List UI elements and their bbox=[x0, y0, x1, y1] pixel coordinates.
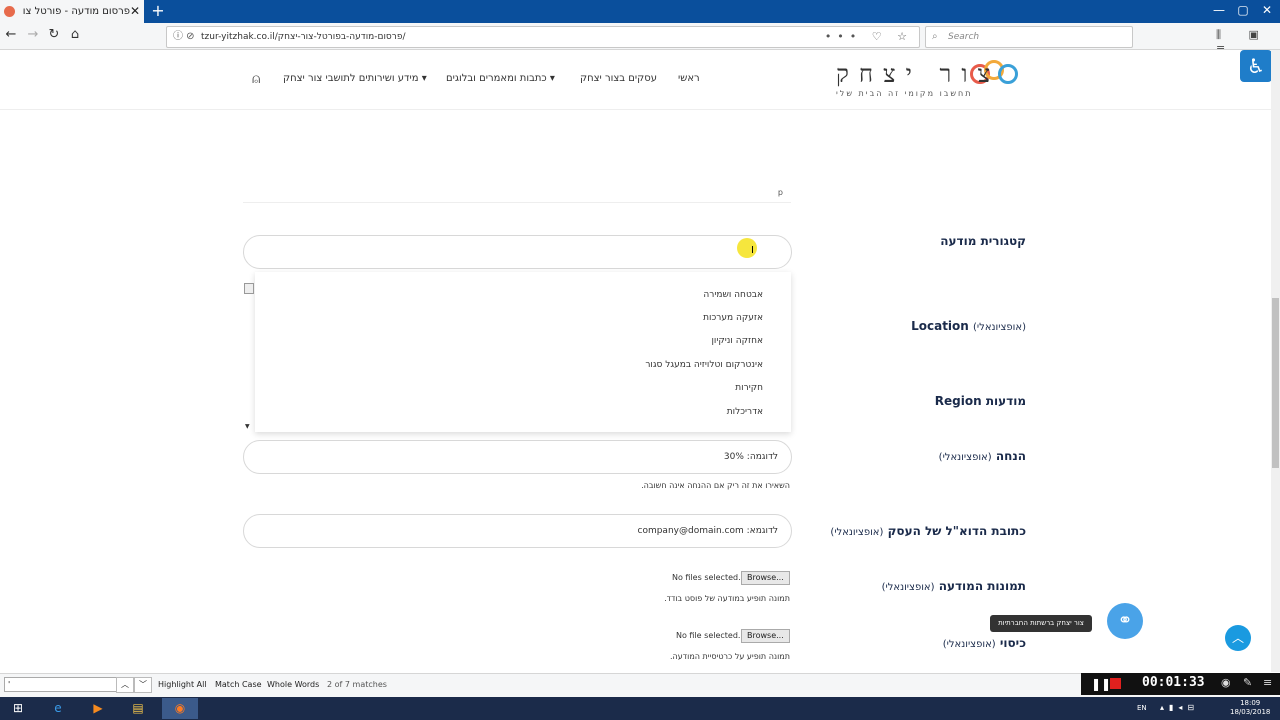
images-label: תמונות המודעה (אופציונאלי) bbox=[881, 579, 1026, 593]
images-hint: תמונה תופיע במודעה של פוסט בודד. bbox=[664, 594, 790, 603]
email-input[interactable]: לדוגמא: company@domain.com bbox=[243, 514, 792, 548]
dropdown-option[interactable]: אחזקה וניקיון bbox=[711, 336, 763, 346]
camera-icon[interactable]: ◉ bbox=[1221, 676, 1231, 689]
scrollbar-thumb[interactable] bbox=[1272, 298, 1279, 468]
category-label: קטגורית מודעה bbox=[940, 234, 1026, 248]
menu-icon[interactable]: ≡ bbox=[1263, 676, 1272, 689]
dropdown-scrollbar[interactable]: ▼ bbox=[244, 278, 254, 430]
find-input[interactable]: ' bbox=[4, 677, 119, 692]
site-favicon-icon bbox=[4, 6, 15, 17]
cover-file-status: No file selected. bbox=[676, 631, 741, 640]
back-to-top-button[interactable]: ︿ bbox=[1225, 625, 1251, 651]
firefox-icon[interactable]: ◉ bbox=[162, 698, 198, 719]
find-previous-icon[interactable]: ︿ bbox=[116, 677, 134, 693]
editor-path-status: p bbox=[777, 188, 783, 197]
text-cursor-icon: I bbox=[751, 245, 754, 256]
reload-icon[interactable]: ↻ bbox=[45, 26, 63, 44]
cover-label: כיסוי (אופציונאלי) bbox=[942, 636, 1026, 650]
pause-icon[interactable]: ❚❚ bbox=[1091, 677, 1111, 691]
tray-icons[interactable]: ▴▮◂⊟ bbox=[1160, 703, 1199, 712]
site-tagline: תחשבו מקומי זה הבית שלי bbox=[836, 89, 973, 98]
discount-input[interactable]: לדוגמה: 30% bbox=[243, 440, 792, 474]
discount-label: הנחה (אופציונאלי) bbox=[938, 449, 1026, 463]
dropdown-option[interactable]: חקירות bbox=[735, 383, 763, 393]
highlight-all-option[interactable]: Highlight All bbox=[158, 673, 207, 696]
page-actions-icon[interactable]: ••• ♡ ☆ bbox=[825, 27, 913, 47]
email-placeholder: לדוגמא: company@domain.com bbox=[637, 526, 779, 536]
start-button-icon[interactable]: ⊞ bbox=[0, 698, 36, 719]
site-info-icon[interactable]: ⓘ ⊘ bbox=[173, 27, 195, 47]
search-icon: ⌕ bbox=[932, 31, 938, 42]
chevron-down-icon: ▾ bbox=[418, 73, 427, 84]
page-scrollbar[interactable] bbox=[1271, 50, 1280, 672]
cover-browse-button[interactable]: Browse... bbox=[741, 629, 790, 643]
browser-search-box[interactable]: ⌕ Search bbox=[925, 26, 1133, 48]
email-label: כתובת הדוא"ל של העסק (אופציונאלי) bbox=[830, 524, 1026, 538]
dropdown-option[interactable]: אדריכלות bbox=[727, 407, 763, 417]
nav-businesses[interactable]: עסקים בצור יצחק bbox=[580, 73, 657, 84]
recording-timer: 00:01:33 bbox=[1142, 675, 1205, 690]
nav-articles[interactable]: ▾ כתבות ומאמרים ובלוגים bbox=[446, 73, 555, 84]
dropdown-option[interactable]: אזעקה מערכות bbox=[703, 313, 763, 323]
forward-arrow-icon[interactable]: → bbox=[24, 26, 42, 44]
user-account-icon[interactable]: ⍝ bbox=[252, 71, 260, 87]
match-case-option[interactable]: Match Case bbox=[215, 673, 262, 696]
media-player-icon[interactable]: ▶ bbox=[80, 698, 116, 719]
new-tab-button[interactable]: + bbox=[150, 0, 166, 22]
description-textarea[interactable]: p bbox=[243, 110, 791, 203]
minimize-icon[interactable]: — bbox=[1207, 0, 1231, 20]
discount-hint: השאירו את זה ריק אם ההנחה אינה חשובה. bbox=[641, 481, 790, 490]
dropdown-option[interactable]: אינטרקום וטלויזיה במעגל סגור bbox=[645, 360, 763, 370]
tab-strip bbox=[0, 0, 1280, 23]
pen-icon[interactable]: ✎ bbox=[1243, 676, 1252, 689]
url-bar[interactable]: ⓘ ⊘ tzur-yitzhak.co.il/פרסום-מודעה-בפורט… bbox=[166, 26, 920, 48]
category-select[interactable] bbox=[243, 235, 792, 269]
logo-balloon-icon bbox=[998, 64, 1018, 84]
screen-recorder-bar: ❚❚ 00:01:33 ◉ ✎ ≡ bbox=[1081, 673, 1280, 695]
site-logo[interactable]: צור יצחק bbox=[836, 60, 1000, 89]
category-dropdown-list[interactable]: אבטחה ושמירה אזעקה מערכות אחזקה וניקיון … bbox=[255, 272, 791, 432]
tab-title: פרסום מודעה - פורטל צור יצחק bbox=[22, 6, 130, 17]
social-links-button[interactable]: ⚭ bbox=[1107, 603, 1143, 639]
browser-tab-active[interactable]: פרסום מודעה - פורטל צור יצחק ✕ bbox=[0, 0, 144, 23]
back-arrow-icon[interactable]: ← bbox=[2, 26, 20, 44]
window-close-icon[interactable]: ✕ bbox=[1255, 0, 1279, 20]
accessibility-icon[interactable]: ♿ bbox=[1240, 50, 1272, 82]
home-icon[interactable]: ⌂ bbox=[66, 26, 84, 44]
cursor-highlight bbox=[737, 238, 757, 258]
images-file-status: No files selected. bbox=[672, 573, 741, 582]
find-match-count: 2 of 7 matches bbox=[327, 680, 387, 689]
social-tooltip: צור יצחק ברשתות החברתיות bbox=[990, 615, 1092, 632]
file-explorer-icon[interactable]: ▤ bbox=[120, 698, 156, 719]
whole-words-option[interactable]: Whole Words bbox=[267, 673, 319, 696]
dropdown-option[interactable]: אבטחה ושמירה bbox=[703, 290, 763, 300]
discount-placeholder: לדוגמה: 30% bbox=[723, 452, 778, 462]
nav-home[interactable]: ראשי bbox=[678, 73, 700, 84]
maximize-icon[interactable]: ▢ bbox=[1231, 0, 1255, 20]
internet-explorer-icon[interactable]: e bbox=[40, 698, 76, 719]
tray-clock[interactable]: 18:09 18/03/2018 bbox=[1230, 699, 1270, 717]
tab-close-icon[interactable]: ✕ bbox=[130, 0, 140, 23]
images-browse-button[interactable]: Browse... bbox=[741, 571, 790, 585]
region-label: מודעות Region bbox=[934, 394, 1026, 408]
find-next-icon[interactable]: ﹀ bbox=[134, 677, 152, 693]
nav-residents-info[interactable]: ▾ מידע ושירותים לתושבי צור יצחק bbox=[283, 73, 427, 84]
location-label: (אופציונאלי) Location bbox=[911, 319, 1026, 333]
tray-language[interactable]: EN bbox=[1137, 697, 1147, 720]
search-placeholder: Search bbox=[948, 32, 980, 42]
record-icon[interactable] bbox=[1110, 678, 1121, 689]
link-icon: ⚭ bbox=[1117, 610, 1133, 631]
chevron-down-icon: ▾ bbox=[546, 73, 555, 84]
url-text: tzur-yitzhak.co.il/פרסום-מודעה-בפורטל-צו… bbox=[201, 32, 406, 42]
cover-hint: תמונה תופיע על כרטיסיית המודעה. bbox=[670, 652, 790, 661]
